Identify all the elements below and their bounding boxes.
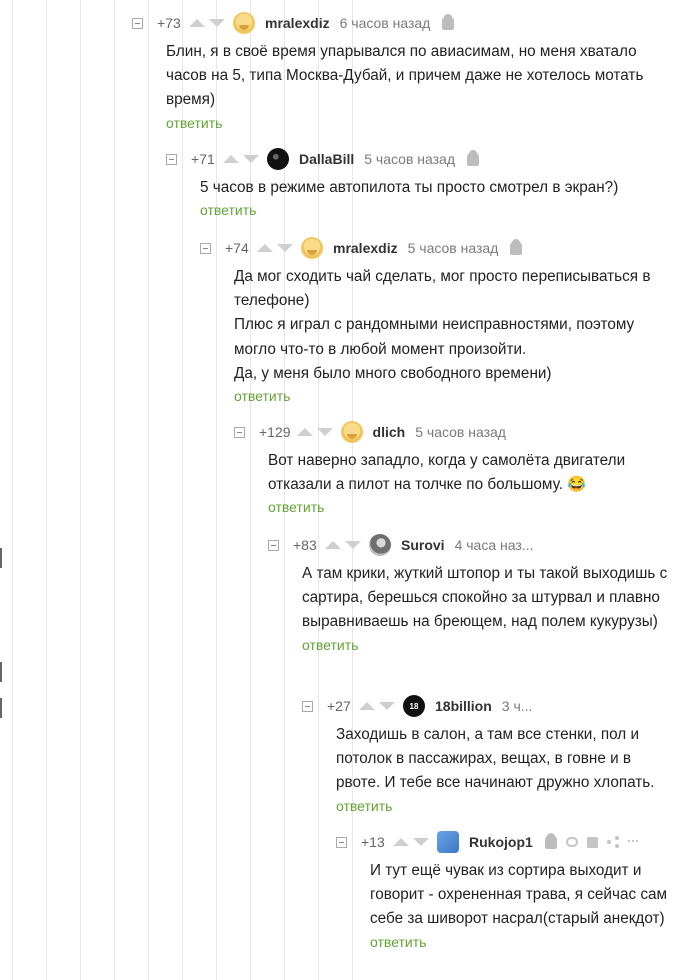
comment: +83 Surovi 4 часа наз... А там крики, жу…	[268, 534, 700, 655]
comment-rating: +27	[327, 698, 351, 714]
vote-down-icon[interactable]	[209, 19, 225, 27]
vote-down-icon[interactable]	[413, 838, 429, 846]
comment-author[interactable]: mralexdiz	[333, 240, 398, 256]
reply-link[interactable]: ответить	[234, 388, 290, 404]
comment-text: Вот наверно западло, когда у самолёта дв…	[268, 452, 626, 494]
scroll-marker	[0, 548, 2, 568]
avatar[interactable]	[340, 421, 363, 443]
vote-up-icon[interactable]	[189, 19, 205, 27]
comment: +129 dlich 5 часов назад Вот наверно зап…	[234, 421, 700, 517]
avatar[interactable]: 18	[403, 695, 425, 717]
vote-down-icon[interactable]	[379, 702, 395, 710]
vote-down-icon[interactable]	[243, 155, 259, 163]
comment-time[interactable]: 3 ч...	[502, 698, 533, 714]
comment-header: +129 dlich 5 часов назад	[234, 421, 700, 443]
reply-link[interactable]: ответить	[166, 115, 222, 131]
vote-down-icon[interactable]	[277, 244, 293, 252]
thread-line	[216, 0, 217, 980]
avatar[interactable]	[301, 237, 323, 259]
comment-text: Да мог сходить чай сделать, мог просто п…	[234, 268, 651, 382]
scroll-marker	[0, 698, 2, 718]
collapse-toggle[interactable]	[302, 700, 313, 712]
reply-link[interactable]: ответить	[370, 934, 426, 950]
avatar[interactable]	[267, 148, 289, 170]
thread-line	[80, 0, 81, 980]
comment-author[interactable]: mralexdiz	[265, 15, 330, 31]
android-icon	[442, 14, 455, 30]
vote-up-icon[interactable]	[393, 838, 409, 846]
comment-rating: +13	[361, 834, 385, 850]
thread-line	[182, 0, 183, 980]
comment-time[interactable]: 4 часа наз...	[455, 537, 534, 553]
comment-header: +73 mralexdiz 6 часов назад	[132, 12, 700, 34]
reply-link[interactable]: ответить	[302, 637, 358, 653]
thread-line	[114, 0, 115, 980]
vote-up-icon[interactable]	[257, 244, 273, 252]
android-icon	[510, 239, 523, 255]
android-icon	[544, 833, 557, 849]
vote-up-icon[interactable]	[223, 155, 239, 163]
comment-author[interactable]: 18billion	[435, 698, 492, 714]
comment-time[interactable]: 5 часов назад	[408, 240, 499, 256]
collapse-toggle[interactable]	[200, 242, 211, 254]
comment-rating: +83	[293, 537, 317, 553]
comment-author[interactable]: Surovi	[401, 537, 445, 553]
reply-link[interactable]: ответить	[268, 499, 324, 515]
comment-author[interactable]: Rukojop1	[469, 834, 533, 850]
android-icon	[467, 150, 480, 166]
scroll-marker	[0, 662, 2, 682]
comment-text: Заходишь в салон, а там все стенки, пол …	[336, 726, 655, 792]
comment-time[interactable]: 5 часов назад	[364, 151, 455, 167]
comment-time[interactable]: 6 часов назад	[340, 15, 431, 31]
thread-line	[46, 0, 47, 980]
vote-up-icon[interactable]	[296, 428, 313, 436]
comment-rating: +71	[191, 151, 215, 167]
thread-line	[148, 0, 149, 980]
avatar[interactable]	[437, 831, 459, 853]
vote-down-icon[interactable]	[316, 428, 333, 436]
comment-author[interactable]: DallaBill	[299, 151, 354, 167]
comment-tools	[544, 833, 638, 849]
comment: +74 mralexdiz 5 часов назад Да мог сходи…	[200, 237, 700, 406]
link-icon[interactable]	[565, 837, 578, 847]
reply-link[interactable]: ответить	[336, 798, 392, 814]
comment-header: +13 Rukojop1	[336, 831, 700, 853]
share-icon[interactable]	[606, 836, 619, 848]
comment-author[interactable]: dlich	[373, 424, 406, 440]
comment-header: +74 mralexdiz 5 часов назад	[200, 237, 700, 259]
comment-text: А там крики, жуткий штопор и ты такой вы…	[302, 565, 668, 631]
comment-text: 5 часов в режиме автопилота ты просто см…	[200, 179, 619, 196]
comment: +13 Rukojop1 И тут ещё чувак из сортира …	[336, 831, 700, 952]
avatar[interactable]	[369, 534, 391, 556]
collapse-toggle[interactable]	[336, 836, 347, 848]
more-icon[interactable]	[627, 840, 638, 844]
vote-up-icon[interactable]	[325, 541, 341, 549]
comment-header: +27 18 18billion 3 ч...	[302, 695, 700, 717]
comment-rating: +74	[225, 240, 249, 256]
comment: +71 DallaBill 5 часов назад 5 часов в ре…	[166, 148, 700, 220]
collapse-toggle[interactable]	[132, 17, 143, 29]
comment-rating: +129	[259, 424, 291, 440]
comment-text: Блин, я в своё время упарывался по авиас…	[166, 43, 644, 109]
thread-line	[12, 0, 13, 980]
comment-text: И тут ещё чувак из сортира выходит и гов…	[370, 862, 668, 928]
vote-down-icon[interactable]	[345, 541, 361, 549]
reply-link[interactable]: ответить	[200, 202, 256, 218]
collapse-toggle[interactable]	[166, 153, 177, 165]
collapse-toggle[interactable]	[268, 539, 279, 551]
comment-header: +83 Surovi 4 часа наз...	[268, 534, 700, 556]
avatar[interactable]	[233, 12, 255, 34]
comment-rating: +73	[157, 15, 181, 31]
comment: +27 18 18billion 3 ч... Заходишь в салон…	[302, 695, 700, 816]
vote-up-icon[interactable]	[359, 702, 375, 710]
save-icon[interactable]	[586, 836, 598, 848]
comment-time[interactable]: 5 часов назад	[415, 424, 506, 440]
collapse-toggle[interactable]	[234, 426, 245, 438]
comment: +73 mralexdiz 6 часов назад Блин, я в св…	[132, 12, 700, 133]
comment-header: +71 DallaBill 5 часов назад	[166, 148, 700, 170]
